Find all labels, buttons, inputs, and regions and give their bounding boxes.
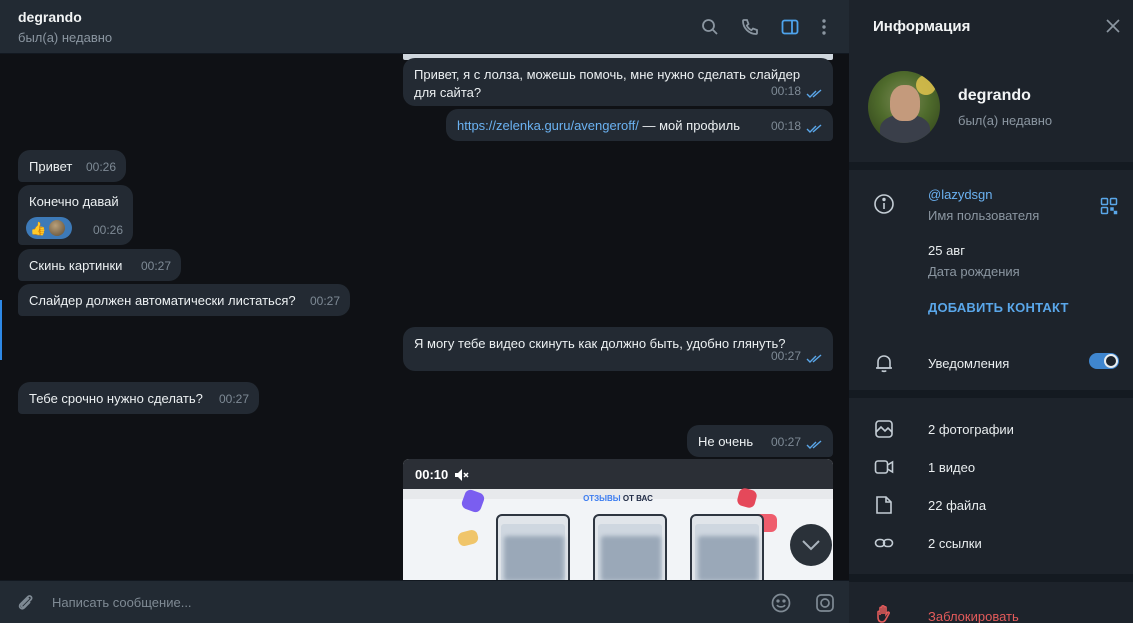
- emoji-icon[interactable]: [770, 592, 792, 614]
- message-time: 00:26: [85, 160, 116, 174]
- add-contact-button[interactable]: ДОБАВИТЬ КОНТАКТ: [928, 300, 1069, 315]
- decor-shape: [735, 486, 759, 510]
- message-time: 00:27: [218, 392, 249, 406]
- chat-pane: degrando был(а) недавно Привет, я с лолз…: [0, 0, 849, 623]
- photo-icon: [873, 418, 895, 440]
- read-ticks-icon: [806, 124, 822, 133]
- message-bubble[interactable]: Конечно давай 00:26 👍: [18, 185, 133, 245]
- message-bubble[interactable]: Привет 00:26: [18, 150, 126, 182]
- attach-icon[interactable]: [14, 592, 36, 614]
- avatar[interactable]: [868, 71, 940, 143]
- message-text: Конечно давай: [29, 194, 119, 209]
- message-bubble[interactable]: Не очень 00:27: [687, 425, 833, 457]
- more-vert-icon[interactable]: [813, 16, 835, 38]
- message-text: Привет: [29, 159, 73, 174]
- message-bubble[interactable]: Скинь картинки 00:27: [18, 249, 181, 281]
- chat-contact-status: был(а) недавно: [18, 30, 113, 45]
- message-time: 00:27: [309, 294, 340, 308]
- phone-mockup: [593, 514, 667, 580]
- message-text: Я могу тебе видео скинуть как должно быт…: [414, 336, 786, 351]
- chevron-down-icon: [802, 540, 820, 551]
- message-text: Скинь картинки: [29, 258, 123, 273]
- profile-link[interactable]: https://zelenka.guru/avengeroff/: [457, 118, 639, 133]
- reactor-avatar: [49, 220, 66, 236]
- muted-icon[interactable]: [453, 467, 469, 483]
- message-text: Привет, я с лолза, можешь помочь, мне ну…: [414, 67, 801, 100]
- file-icon: [873, 494, 895, 516]
- message-input[interactable]: Написать сообщение...: [52, 595, 192, 610]
- phone-icon[interactable]: [739, 16, 761, 38]
- media-links-link[interactable]: 2 ссылки: [928, 536, 982, 551]
- media-photos-link[interactable]: 2 фотографии: [928, 422, 1014, 437]
- media-videos-link[interactable]: 1 видео: [928, 460, 975, 475]
- read-ticks-icon: [806, 440, 822, 449]
- chat-list-edge-indicator: [0, 300, 2, 360]
- message-list[interactable]: Привет, я с лолза, можешь помочь, мне ну…: [0, 54, 849, 580]
- block-hand-icon: [873, 603, 895, 623]
- chat-header[interactable]: degrando был(а) недавно: [0, 0, 849, 54]
- message-text: Не очень: [698, 434, 754, 449]
- message-composer[interactable]: Написать сообщение...: [0, 580, 849, 623]
- phone-mockup: [690, 514, 764, 580]
- video-duration: 00:10: [415, 467, 449, 482]
- info-title: Информация: [873, 18, 971, 35]
- scroll-down-button[interactable]: [790, 524, 832, 566]
- birthday-label: Дата рождения: [928, 264, 1020, 279]
- section-divider: [849, 162, 1133, 170]
- decor-shape: [456, 528, 480, 548]
- read-ticks-icon: [806, 354, 822, 363]
- notifications-toggle[interactable]: [1089, 353, 1119, 369]
- chat-contact-name[interactable]: degrando: [18, 9, 82, 25]
- camera-message-icon[interactable]: [814, 592, 836, 614]
- message-bubble[interactable]: Привет, я с лолза, можешь помочь, мне ну…: [403, 58, 833, 106]
- info-pane: Информация degrando был(а) недавно @lazy…: [849, 0, 1133, 623]
- message-bubble[interactable]: Я могу тебе видео скинуть как должно быт…: [403, 327, 833, 371]
- media-files-link[interactable]: 22 файла: [928, 498, 986, 513]
- profile-status: был(а) недавно: [958, 113, 1053, 128]
- profile-name: degrando: [958, 87, 1031, 104]
- reaction-badge[interactable]: 👍: [26, 217, 72, 239]
- message-time: 00:27: [770, 349, 801, 363]
- message-time: 00:27: [140, 259, 171, 273]
- phone-mockup: [496, 514, 570, 580]
- message-text: Слайдер должен автоматически листаться?: [29, 293, 296, 308]
- message-bubble[interactable]: Тебе срочно нужно сделать? 00:27: [18, 382, 259, 414]
- thumbs-up-reaction: 👍: [30, 220, 47, 236]
- video-message[interactable]: 00:10 ОТЗЫВЫ ОТ ВАС: [403, 459, 833, 580]
- username-label: Имя пользователя: [928, 208, 1040, 223]
- block-user-button[interactable]: Заблокировать: [928, 609, 1019, 623]
- message-time: 00:18: [770, 119, 801, 133]
- qr-code-icon[interactable]: [1100, 197, 1118, 215]
- sidebar-toggle-icon[interactable]: [779, 16, 801, 38]
- notifications-label: Уведомления: [928, 356, 1010, 371]
- bell-icon: [873, 352, 895, 374]
- section-divider: [849, 574, 1133, 582]
- message-time: 00:18: [770, 84, 801, 98]
- message-text: — мой профиль: [638, 118, 740, 133]
- link-icon: [873, 532, 895, 554]
- info-icon: [873, 193, 895, 215]
- message-time: 00:26: [92, 223, 123, 237]
- search-icon[interactable]: [699, 16, 721, 38]
- message-text: Тебе срочно нужно сделать?: [29, 391, 203, 406]
- message-bubble[interactable]: https://zelenka.guru/avengeroff/ — мой п…: [446, 109, 833, 141]
- birthday-value: 25 авг: [928, 243, 965, 258]
- message-bubble[interactable]: Слайдер должен автоматически листаться? …: [18, 284, 350, 316]
- section-divider: [849, 390, 1133, 398]
- video-icon: [873, 456, 895, 478]
- close-icon[interactable]: [1105, 18, 1121, 34]
- read-ticks-icon: [806, 89, 822, 98]
- message-time: 00:27: [770, 435, 801, 449]
- username-value[interactable]: @lazydsgn: [928, 187, 993, 202]
